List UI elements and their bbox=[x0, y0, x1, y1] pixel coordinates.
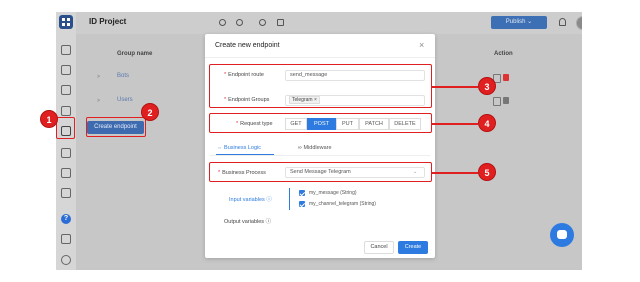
annotation-line-4 bbox=[432, 123, 478, 125]
tab-business-logic[interactable]: ⇔ Business Logic bbox=[217, 145, 261, 151]
publish-label: Publish bbox=[505, 19, 526, 25]
delete-icon[interactable] bbox=[503, 74, 509, 81]
annotation-badge-5: 5 bbox=[478, 163, 496, 181]
chat-icon[interactable] bbox=[550, 223, 574, 247]
highlight-business-process bbox=[209, 162, 432, 182]
annotation-badge-2: 2 bbox=[141, 103, 159, 121]
annotation-badge-3: 3 bbox=[478, 77, 496, 95]
app-logo-icon[interactable] bbox=[59, 15, 73, 29]
cube-icon[interactable] bbox=[61, 65, 71, 75]
tab-middleware-label: Middleware bbox=[303, 145, 332, 151]
home-icon[interactable] bbox=[61, 45, 71, 55]
share-icon[interactable] bbox=[236, 19, 243, 26]
tab-middleware[interactable]: ∞ Middleware bbox=[298, 145, 332, 151]
info-icon[interactable] bbox=[61, 255, 71, 265]
variable-my-message: my_message (String) bbox=[309, 190, 357, 196]
divider bbox=[205, 57, 435, 58]
cloud-upload-icon[interactable] bbox=[61, 188, 71, 198]
column-group-name: Group name bbox=[117, 51, 153, 57]
highlight-request-type bbox=[209, 113, 432, 133]
publish-button[interactable]: Publish ⌄ bbox=[491, 16, 547, 29]
expand-icon[interactable]: > bbox=[97, 74, 100, 80]
output-variables-label: Output variables ⓘ bbox=[224, 219, 272, 225]
tab-active-indicator bbox=[216, 154, 274, 155]
project-title: ID Project bbox=[89, 17, 127, 26]
annotation-badge-1: 1 bbox=[40, 110, 58, 128]
panel-icon[interactable] bbox=[277, 19, 284, 26]
modal-title: Create new endpoint bbox=[215, 42, 280, 49]
annotation-badge-4: 4 bbox=[478, 114, 496, 132]
output-vars-text: Output variables bbox=[224, 219, 265, 225]
input-vars-text: Input variables bbox=[229, 197, 265, 203]
edit-icon[interactable] bbox=[259, 19, 266, 26]
close-icon[interactable]: × bbox=[419, 40, 424, 50]
variables-bar bbox=[289, 188, 290, 210]
table-icon[interactable] bbox=[61, 148, 71, 158]
copy-icon[interactable] bbox=[493, 97, 501, 106]
play-icon[interactable] bbox=[61, 106, 71, 116]
delete-icon[interactable] bbox=[503, 97, 509, 104]
table-row[interactable]: Bots bbox=[117, 73, 129, 79]
highlight-route-groups bbox=[209, 64, 432, 108]
cancel-button[interactable]: Cancel bbox=[364, 241, 394, 254]
mobile-icon[interactable] bbox=[61, 168, 71, 178]
avatar[interactable] bbox=[576, 16, 582, 30]
input-variables-label: Input variables ⓘ bbox=[229, 197, 272, 203]
highlight-create-endpoint bbox=[86, 117, 146, 137]
expand-icon[interactable]: > bbox=[97, 98, 100, 104]
settings-icon[interactable] bbox=[219, 19, 226, 26]
create-button[interactable]: Create bbox=[398, 241, 428, 254]
highlight-link-icon bbox=[56, 117, 75, 139]
top-bar: ID Project Publish ⌄ bbox=[76, 12, 582, 34]
table-row[interactable]: Users bbox=[117, 97, 133, 103]
tab-business-logic-label: Business Logic bbox=[224, 145, 262, 151]
variable-my-channel-telegram: my_channel_telegram (String) bbox=[309, 201, 376, 207]
column-action: Action bbox=[494, 51, 513, 57]
annotation-line-5 bbox=[432, 172, 478, 174]
layout-icon[interactable] bbox=[61, 85, 71, 95]
checkbox-my-channel-telegram[interactable] bbox=[299, 201, 305, 207]
tab-divider bbox=[210, 155, 430, 156]
bell-icon[interactable] bbox=[559, 18, 566, 26]
left-sidebar: ? bbox=[56, 12, 76, 270]
checkbox-my-message[interactable] bbox=[299, 190, 305, 196]
help-icon[interactable]: ? bbox=[61, 214, 71, 224]
annotation-line-3 bbox=[432, 86, 478, 88]
document-icon[interactable] bbox=[61, 234, 71, 244]
